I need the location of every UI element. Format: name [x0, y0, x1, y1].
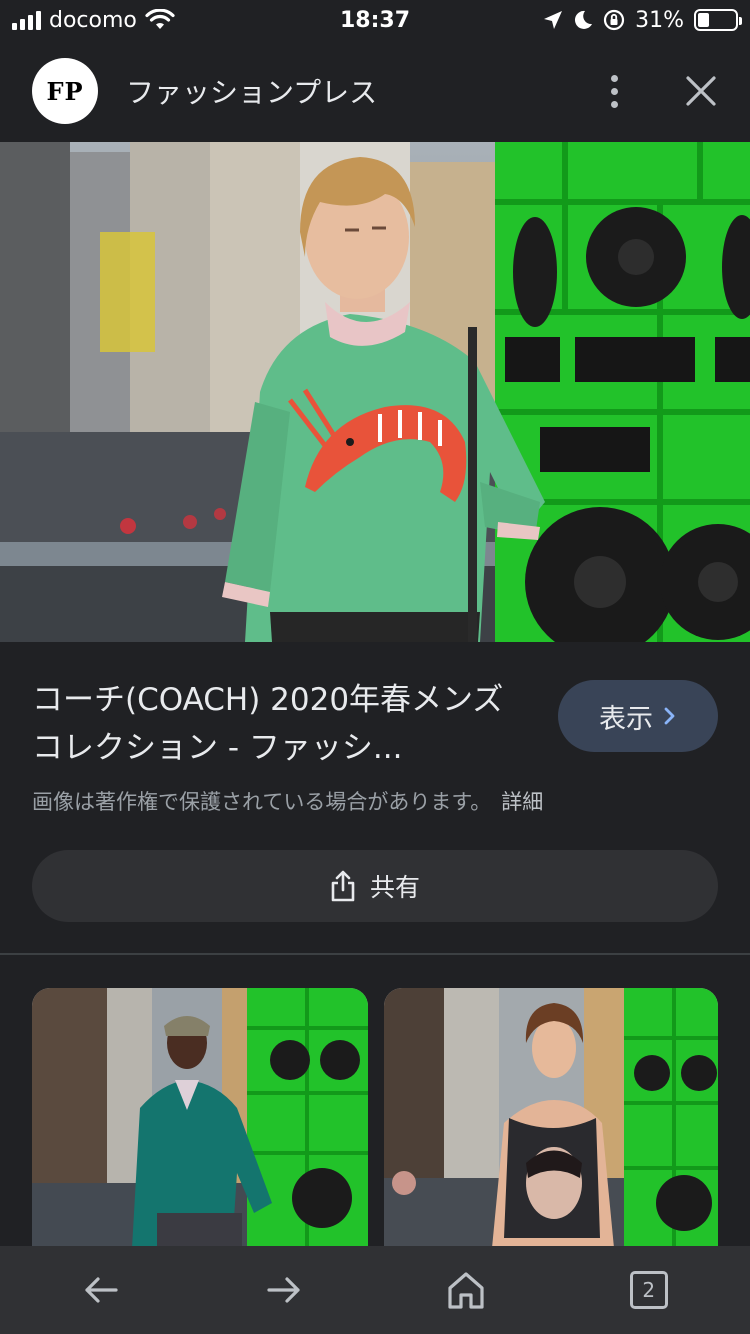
back-button[interactable] — [66, 1255, 136, 1325]
close-icon[interactable] — [684, 74, 718, 108]
main-image[interactable] — [0, 142, 750, 642]
orientation-lock-icon — [603, 9, 625, 31]
tabs-icon: 2 — [629, 1271, 668, 1309]
chevron-right-icon — [664, 707, 675, 725]
related-image-1[interactable] — [32, 988, 368, 1248]
back-arrow-icon — [85, 1277, 118, 1303]
battery-percent: 31% — [635, 7, 684, 33]
home-button[interactable] — [431, 1255, 501, 1325]
forward-arrow-icon — [267, 1277, 300, 1303]
page-header: FP ファッションプレス — [0, 40, 750, 142]
copyright-text: 画像は著作権で保護されている場合があります。 — [32, 790, 492, 814]
share-button-label: 共有 — [369, 873, 420, 902]
forward-button[interactable] — [249, 1255, 319, 1325]
details-link[interactable]: 詳細 — [501, 790, 543, 814]
site-logo[interactable]: FP — [32, 58, 98, 124]
divider — [0, 953, 750, 955]
share-icon — [331, 870, 355, 902]
related-image-2[interactable] — [384, 988, 718, 1248]
signal-icon — [12, 10, 41, 30]
copyright-notice: 画像は著作権で保護されている場合があります。 詳細 — [32, 786, 543, 816]
tabs-button[interactable]: 2 — [614, 1255, 684, 1325]
location-icon — [544, 11, 563, 29]
battery-level — [698, 13, 710, 27]
view-button[interactable]: 表示 — [558, 680, 718, 752]
home-icon — [448, 1272, 484, 1309]
result-title[interactable]: コーチ(COACH) 2020年春メンズコレクション - ファッシ... — [32, 676, 532, 772]
site-name[interactable]: ファッションプレス — [126, 71, 377, 111]
moon-icon — [575, 10, 593, 29]
bottom-navigation: 2 — [0, 1246, 750, 1334]
status-bar: docomo 18:37 31% — [0, 0, 750, 40]
more-vert-icon[interactable] — [601, 69, 628, 114]
wifi-icon — [145, 9, 175, 29]
share-button[interactable]: 共有 — [32, 850, 718, 922]
battery-icon — [694, 9, 742, 31]
carrier-name: docomo — [49, 7, 137, 33]
view-button-label: 表示 — [599, 703, 653, 735]
